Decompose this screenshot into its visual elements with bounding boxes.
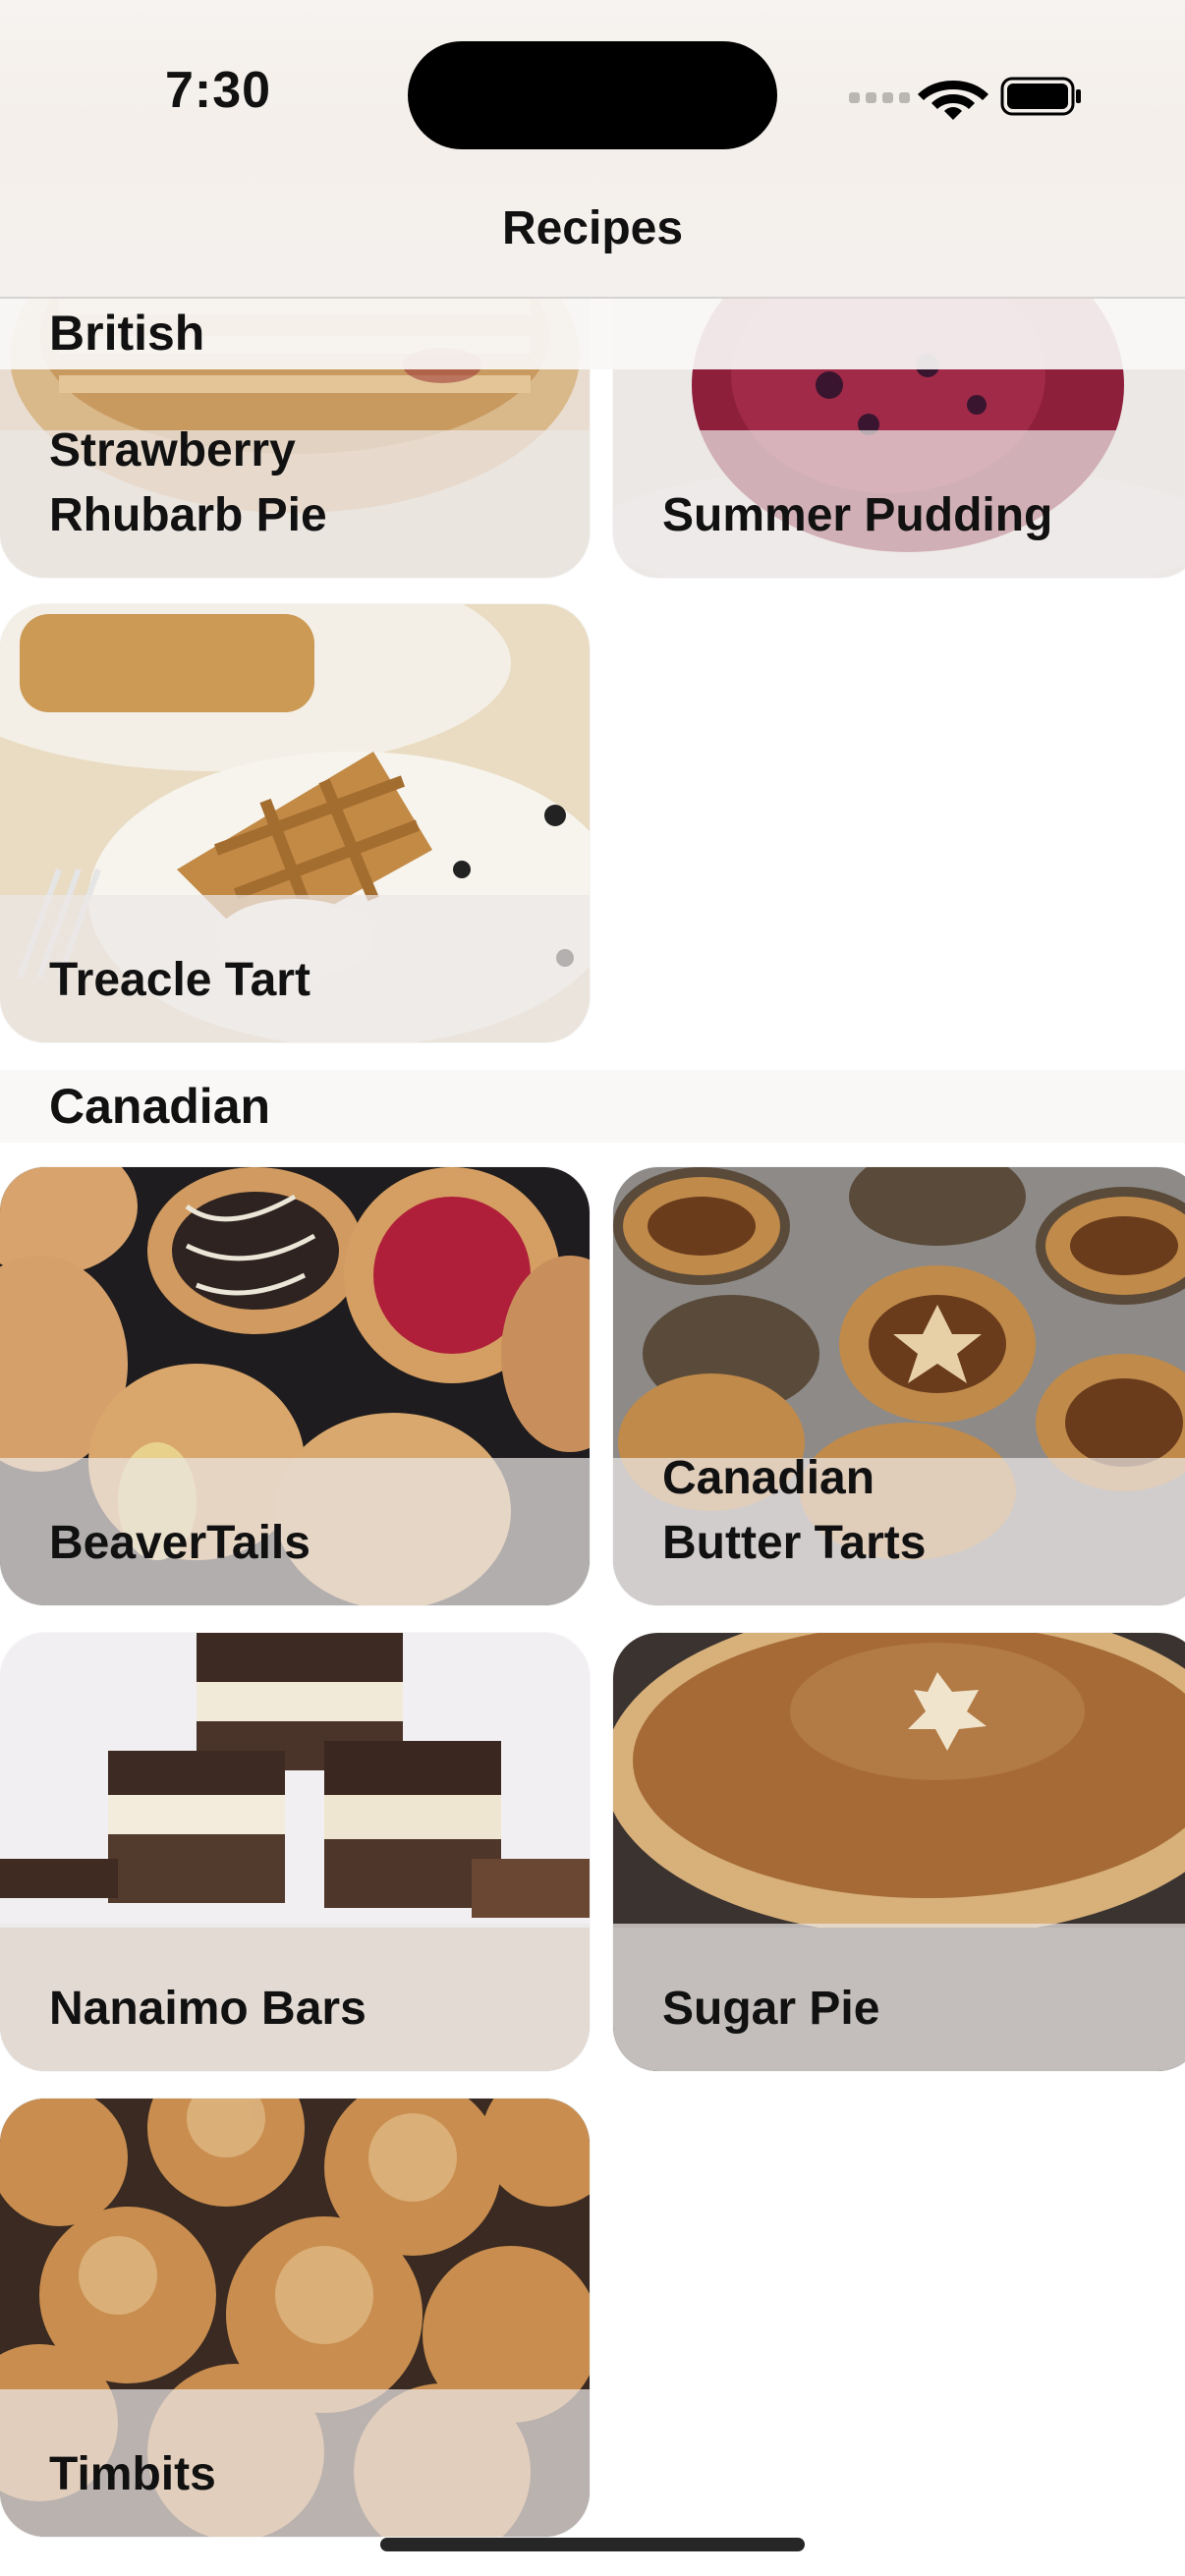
recipe-card-canadian-butter-tarts[interactable]: Canadian Butter Tarts bbox=[613, 1167, 1185, 1605]
recipe-card-sugar-pie[interactable]: Sugar Pie bbox=[613, 1633, 1185, 2071]
section-title: Canadian bbox=[49, 1079, 271, 1134]
section-title: British bbox=[49, 306, 205, 361]
status-time: 7:30 bbox=[165, 62, 272, 119]
recipe-name: Sugar Pie bbox=[662, 1983, 880, 2035]
wifi-icon bbox=[918, 81, 988, 120]
recipe-name-line: Rhubarb Pie bbox=[49, 489, 327, 541]
battery-icon bbox=[1000, 77, 1081, 116]
recipe-name-line: Butter Tarts bbox=[662, 1517, 927, 1569]
home-indicator[interactable] bbox=[380, 2538, 805, 2551]
recipe-card-caption: Treacle Tart bbox=[0, 895, 590, 1042]
navigation-bar: 7:30 Recipes bbox=[0, 0, 1185, 299]
page-title: Recipes bbox=[501, 202, 684, 254]
recipe-name: Timbits bbox=[49, 2448, 216, 2500]
status-icons bbox=[847, 71, 1083, 120]
recipe-card-treacle-tart[interactable]: Treacle Tart bbox=[0, 604, 590, 1042]
section-header-canadian: Canadian bbox=[0, 1070, 1185, 1143]
section-header-british: British bbox=[0, 297, 1185, 369]
recipe-name-line: Strawberry bbox=[49, 424, 296, 476]
recipe-card-caption: Summer Pudding bbox=[613, 430, 1185, 578]
recipe-name: Treacle Tart bbox=[49, 954, 310, 1006]
recipe-card-caption: Canadian Butter Tarts bbox=[613, 1452, 1185, 1605]
recipe-name: Summer Pudding bbox=[662, 489, 1053, 541]
recipe-card-timbits[interactable]: Timbits bbox=[0, 2099, 590, 2537]
dynamic-island bbox=[408, 41, 777, 149]
cellular-signal-icon bbox=[849, 92, 910, 103]
recipe-card-nanaimo-bars[interactable]: Nanaimo Bars bbox=[0, 1633, 590, 2071]
recipe-name-line: Canadian bbox=[662, 1452, 875, 1504]
recipe-name: BeaverTails bbox=[49, 1517, 310, 1569]
recipe-card-caption: Timbits bbox=[0, 2389, 590, 2537]
recipe-card-caption: Sugar Pie bbox=[613, 1924, 1185, 2071]
recipe-card-caption: Strawberry Rhubarb Pie bbox=[0, 424, 590, 578]
recipe-card-caption: BeaverTails bbox=[0, 1458, 590, 1605]
recipe-card-caption: Nanaimo Bars bbox=[0, 1924, 590, 2071]
recipe-name: Nanaimo Bars bbox=[49, 1983, 367, 2035]
recipe-card-beavertails[interactable]: BeaverTails bbox=[0, 1167, 590, 1605]
